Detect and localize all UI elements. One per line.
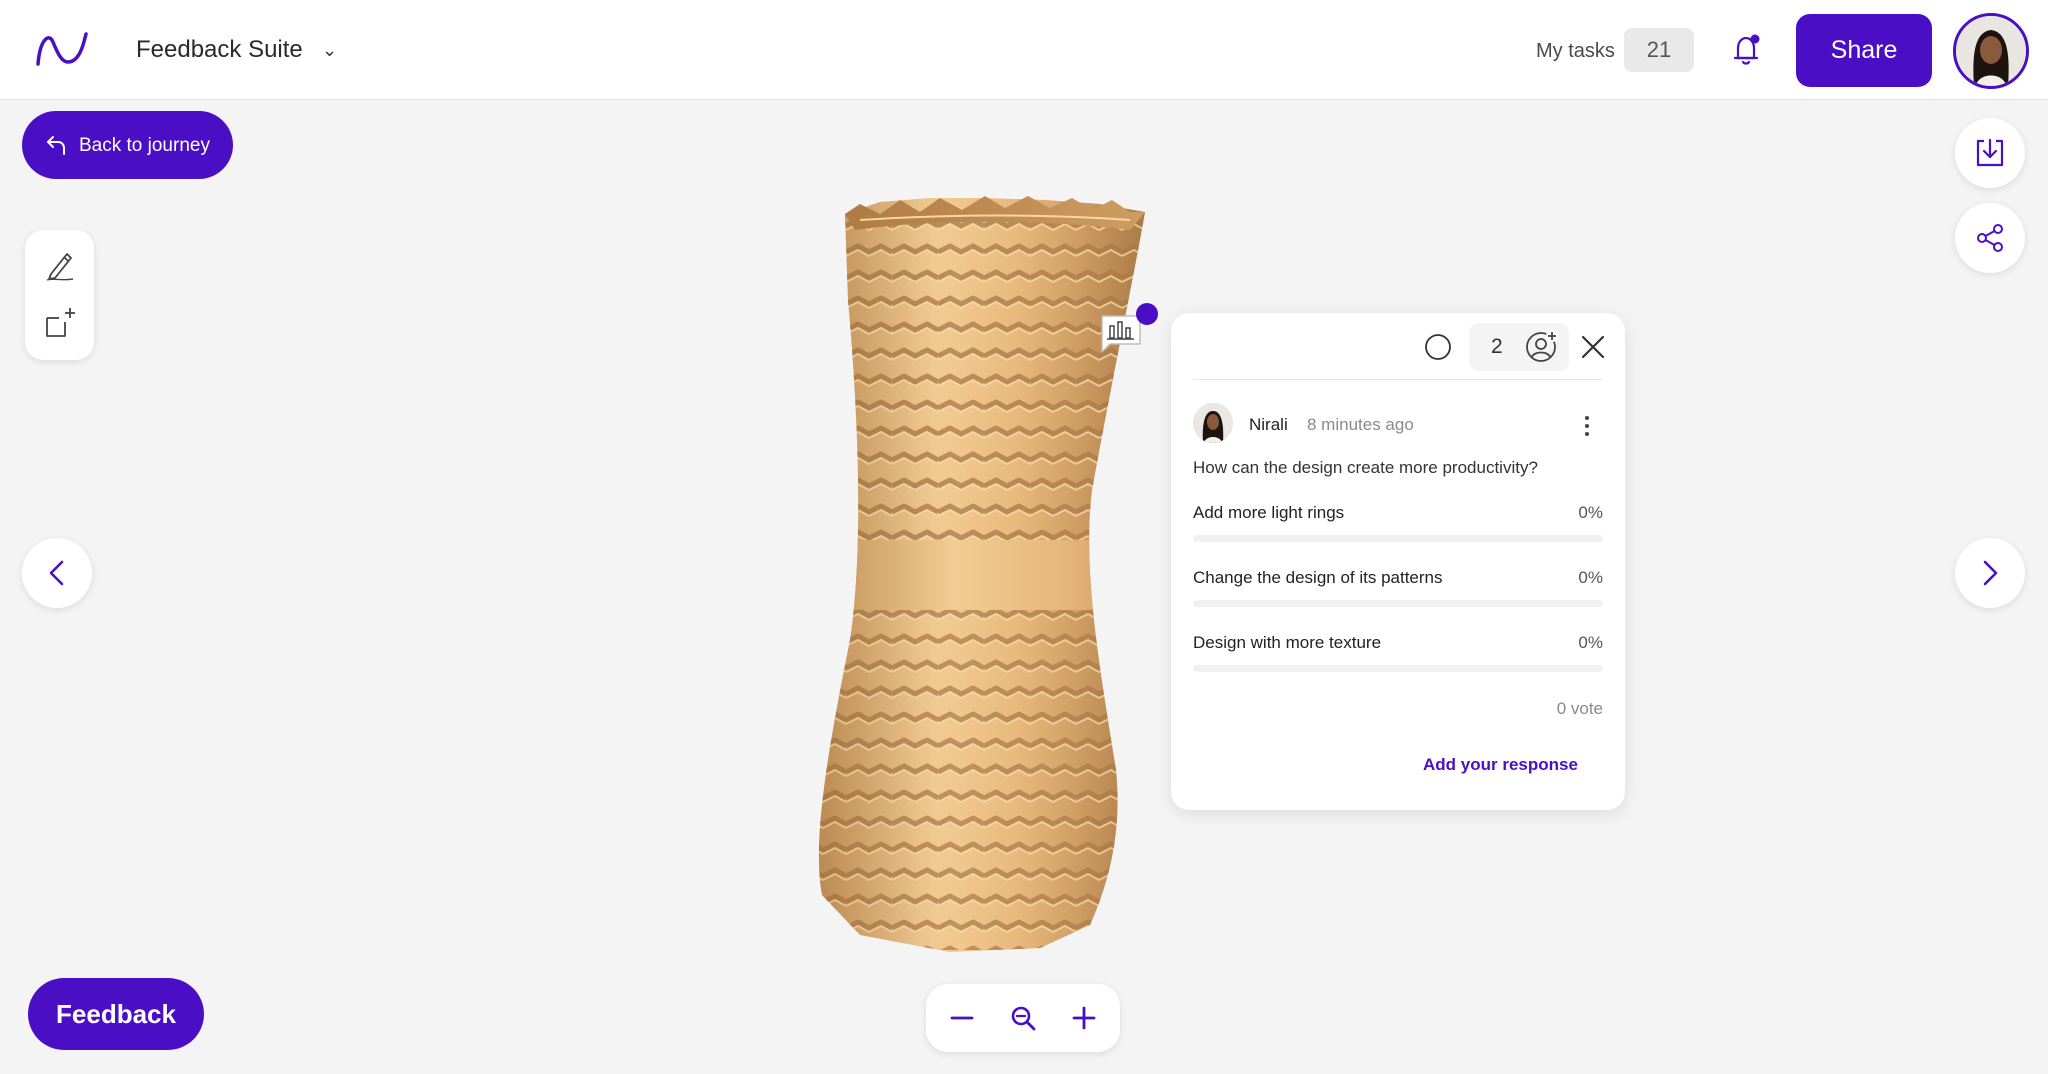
next-button[interactable] xyxy=(1955,538,2025,608)
chevron-right-icon xyxy=(1983,560,1998,586)
bell-icon[interactable] xyxy=(1726,30,1766,70)
comment-time: 8 minutes ago xyxy=(1307,415,1414,434)
tool-palette xyxy=(25,230,94,360)
avatar[interactable] xyxy=(1953,13,2029,89)
comment-author: Nirali xyxy=(1249,415,1288,434)
poll-option-percent: 0% xyxy=(1578,503,1603,522)
chevron-down-icon[interactable]: ⌄ xyxy=(322,40,337,61)
poll-option-label[interactable]: Add more light rings xyxy=(1193,503,1344,523)
share-button[interactable]: Share xyxy=(1796,14,1932,87)
app-title[interactable]: Feedback Suite xyxy=(136,36,303,64)
poll-option-bar[interactable] xyxy=(1193,535,1603,542)
circle-icon[interactable] xyxy=(1423,332,1453,362)
chevron-left-icon xyxy=(49,560,64,586)
top-bar: Feedback Suite ⌄ My tasks 21 Share xyxy=(0,0,2048,100)
share-network-button[interactable] xyxy=(1955,203,2025,273)
poll-option-bar[interactable] xyxy=(1193,665,1603,672)
poll-popup: 2 Nirali 8 minutes ago How can the desig… xyxy=(1171,313,1625,810)
my-tasks-label[interactable]: My tasks xyxy=(1536,40,1615,63)
vote-count: 0 vote xyxy=(1556,699,1603,718)
add-response-link[interactable]: Add your response xyxy=(1423,755,1578,775)
minus-icon[interactable] xyxy=(948,1004,976,1032)
download-button[interactable] xyxy=(1955,118,2025,188)
share-icon xyxy=(1977,224,2003,252)
poll-option-label[interactable]: Change the design of its patterns xyxy=(1193,568,1443,588)
logo-icon[interactable] xyxy=(34,30,90,70)
add-user-icon[interactable] xyxy=(1523,329,1559,365)
poll-option-bar[interactable] xyxy=(1193,600,1603,607)
feedback-button[interactable]: Feedback xyxy=(28,978,204,1050)
participants-count: 2 xyxy=(1491,335,1503,358)
poll-question: How can the design create more productiv… xyxy=(1193,458,1538,477)
back-to-journey-button[interactable]: Back to journey xyxy=(22,111,233,179)
tasks-count-badge[interactable]: 21 xyxy=(1624,28,1694,72)
previous-button[interactable] xyxy=(22,538,92,608)
poll-option-percent: 0% xyxy=(1578,568,1603,587)
poll-option-percent: 0% xyxy=(1578,633,1603,652)
close-icon[interactable] xyxy=(1579,333,1607,361)
add-frame-icon[interactable] xyxy=(43,306,77,340)
divider xyxy=(1193,379,1603,380)
download-icon xyxy=(1976,138,2004,167)
magnifier-icon[interactable] xyxy=(1009,1004,1037,1032)
zoom-controls xyxy=(926,984,1120,1052)
back-to-journey-label: Back to journey xyxy=(79,135,210,156)
poll-option-label[interactable]: Design with more texture xyxy=(1193,633,1381,653)
back-arrow-icon xyxy=(47,136,65,155)
comment-avatar xyxy=(1193,403,1233,443)
plus-icon[interactable] xyxy=(1070,1004,1098,1032)
more-vertical-icon[interactable] xyxy=(1581,413,1593,439)
pen-icon[interactable] xyxy=(43,248,77,282)
unread-dot xyxy=(1136,303,1158,325)
